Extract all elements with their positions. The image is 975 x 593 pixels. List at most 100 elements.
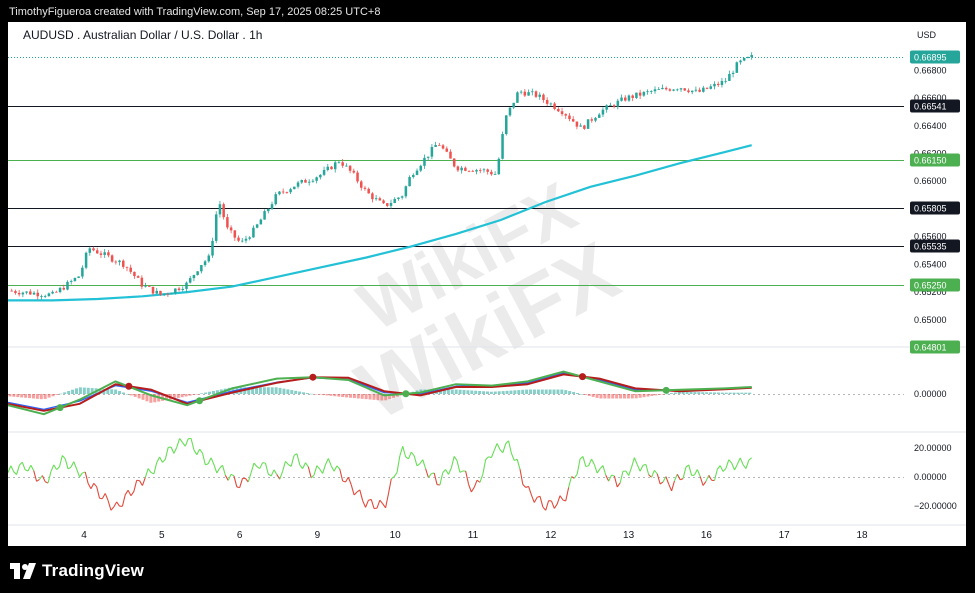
candle (464, 167, 467, 171)
candle (716, 83, 720, 86)
oscillator-segment (516, 459, 521, 470)
candle (694, 89, 698, 91)
candle (389, 202, 393, 206)
candle (69, 280, 73, 282)
macd-cross-dot (662, 386, 670, 394)
oscillator-segment (596, 468, 601, 474)
macd-histogram-bar (536, 389, 540, 394)
macd-histogram-bar (356, 394, 360, 399)
candle (412, 174, 415, 178)
oscillator-segment (659, 481, 664, 485)
chart-area[interactable]: WikiFX WikiFX 0.66800 0.66600 0.66400 0.66200… (8, 22, 966, 546)
oscillator-segment (302, 462, 306, 469)
macd-histogram-bar (20, 394, 24, 398)
candle (746, 57, 750, 59)
oscillator-segment (719, 465, 724, 472)
oscillator-segment (24, 469, 29, 472)
candle (307, 181, 311, 183)
oscillator-segment (676, 473, 681, 480)
candle (226, 217, 229, 228)
oscillator-segment (550, 500, 555, 509)
oscillator-segment (213, 464, 218, 474)
macd-histogram-bar (270, 387, 274, 394)
oscillator-segment (93, 482, 98, 488)
macd-histogram-bar (681, 391, 685, 394)
candle (218, 204, 222, 215)
candle (497, 158, 501, 175)
candle (304, 179, 307, 183)
oscillator-segment (573, 473, 578, 479)
candle (203, 261, 207, 266)
oscillator-segment (530, 494, 535, 503)
candle (679, 88, 683, 90)
candle (430, 146, 434, 157)
candle (434, 145, 437, 147)
macd-histogram-bar (274, 387, 278, 394)
candle (583, 125, 586, 129)
candle (720, 81, 724, 86)
macd-histogram-bar (489, 391, 493, 394)
candle (374, 198, 378, 200)
macd-histogram-bar (82, 387, 86, 394)
macd-histogram-bar (200, 393, 204, 394)
oscillator-segment (8, 465, 12, 473)
candle (571, 119, 575, 122)
macd-histogram-bar (137, 394, 141, 399)
macd-histogram-bar (564, 390, 568, 394)
level-tag-label: 0.66541 (914, 102, 947, 112)
time-axis-tick: 11 (468, 530, 479, 541)
macd-histogram-bar (325, 394, 329, 396)
macd-histogram-bar (619, 394, 623, 399)
oscillator-segment (250, 462, 255, 473)
macd-histogram-bar (341, 394, 345, 398)
candle (345, 165, 348, 167)
oscillator-segment (141, 477, 146, 486)
candle (181, 288, 185, 291)
candle (151, 286, 155, 294)
oscillator-segment (10, 465, 15, 473)
macd-histogram-bar (724, 392, 728, 394)
oscillator-segment (299, 464, 304, 469)
macd-histogram-bar (211, 390, 215, 394)
macd-histogram-bar (59, 393, 63, 395)
macd-histogram-bar (16, 394, 20, 398)
oscillator-segment (636, 464, 641, 472)
oscillator-segment (602, 465, 607, 476)
oscillator-segment (164, 447, 169, 460)
oscillator-segment (162, 458, 166, 463)
candle (222, 204, 225, 218)
macd-histogram-bar (86, 387, 90, 394)
oscillator-segment (153, 462, 158, 475)
oscillator-segment (539, 496, 544, 508)
oscillator-segment (387, 478, 392, 495)
macd-histogram-bar (345, 394, 349, 398)
oscillator-segment (393, 472, 398, 478)
oscillator-segment (330, 465, 335, 472)
oscillator-segment (445, 469, 449, 475)
candle (508, 107, 512, 116)
candle (408, 177, 411, 187)
candle (471, 170, 475, 172)
oscillator-segment (508, 440, 512, 454)
chart-canvas[interactable]: WikiFXWikiFX0.668000.666000.664000.66200… (8, 22, 966, 546)
candle (159, 290, 162, 295)
candle (601, 109, 605, 115)
oscillator-segment (722, 467, 727, 472)
macd-histogram-bar (12, 394, 16, 397)
time-axis-tick: 9 (315, 530, 321, 541)
oscillator-segment (130, 491, 135, 497)
oscillator-segment (473, 479, 478, 488)
oscillator-segment (734, 464, 738, 471)
candle (315, 177, 318, 181)
oscillator-segment (459, 470, 464, 473)
macd-histogram-bar (360, 394, 364, 399)
macd-histogram-bar (446, 389, 450, 394)
oscillator-segment (76, 468, 81, 478)
candle (620, 97, 623, 101)
oscillator-segment (439, 472, 444, 486)
candle (296, 182, 300, 187)
tradingview-logo[interactable]: TradingView (10, 560, 144, 582)
oscillator-segment (688, 464, 693, 476)
candle (739, 60, 742, 63)
candle (363, 187, 367, 189)
